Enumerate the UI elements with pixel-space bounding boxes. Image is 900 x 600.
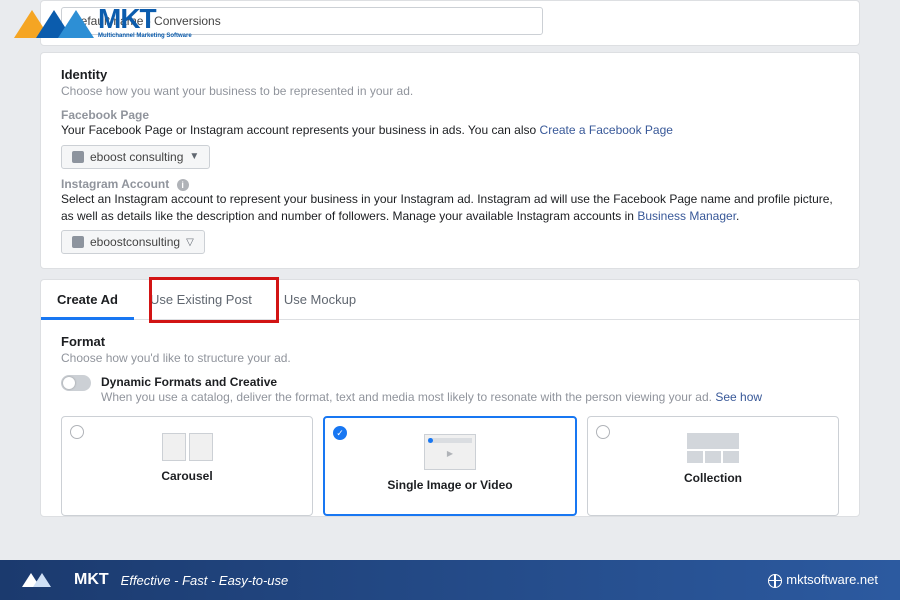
page-icon <box>72 151 84 163</box>
format-collection-label: Collection <box>598 471 828 485</box>
logo-tagline: Multichannel Marketing Software <box>98 33 192 39</box>
page-icon <box>72 236 84 248</box>
create-fb-page-link[interactable]: Create a Facebook Page <box>540 123 673 137</box>
dynamic-formats-toggle[interactable] <box>61 375 91 391</box>
dynamic-formats-row: Dynamic Formats and Creative When you us… <box>61 375 839 406</box>
ad-tabs-card: Create Ad Use Existing Post Use Mockup F… <box>40 279 860 517</box>
brand-logo-overlay: MKT Multichannel Marketing Software <box>14 8 192 39</box>
format-carousel-label: Carousel <box>72 469 302 483</box>
fb-page-dropdown[interactable]: eboost consulting ▼ <box>61 145 210 169</box>
format-subtitle: Choose how you'd like to structure your … <box>61 351 839 365</box>
info-icon[interactable]: i <box>177 179 189 191</box>
ig-selected: eboostconsulting <box>90 235 180 249</box>
fb-page-selected: eboost consulting <box>90 150 183 164</box>
footer-logo-icon: MKT <box>22 566 109 594</box>
tab-use-mockup[interactable]: Use Mockup <box>268 280 372 319</box>
footer-tagline: Effective - Fast - Easy-to-use <box>121 573 289 588</box>
footer-site[interactable]: mktsoftware.net <box>768 572 878 588</box>
globe-icon <box>768 574 782 588</box>
format-option-collection[interactable]: Collection <box>587 416 839 516</box>
tab-create-ad[interactable]: Create Ad <box>41 280 134 319</box>
radio-unchecked-icon <box>596 425 610 439</box>
format-option-single[interactable]: ▶ Single Image or Video <box>323 416 577 516</box>
format-single-label: Single Image or Video <box>335 478 565 492</box>
carousel-thumb-icon <box>72 433 302 461</box>
fb-page-label: Facebook Page <box>61 108 839 122</box>
business-manager-link[interactable]: Business Manager <box>637 209 736 223</box>
tabs-row: Create Ad Use Existing Post Use Mockup <box>41 280 859 320</box>
format-title: Format <box>61 334 839 349</box>
radio-checked-icon <box>333 426 347 440</box>
identity-title: Identity <box>61 67 839 82</box>
format-option-carousel[interactable]: Carousel <box>61 416 313 516</box>
chevron-down-icon: ▽ <box>186 237 194 248</box>
single-thumb-icon: ▶ <box>424 434 476 470</box>
identity-card: Identity Choose how you want your busine… <box>40 52 860 269</box>
footer-bar: MKT Effective - Fast - Easy-to-use mktso… <box>0 560 900 600</box>
format-options-row: Carousel ▶ Single Image or Video Collect… <box>61 416 839 516</box>
see-how-link[interactable]: See how <box>715 390 762 404</box>
logo-mark-icon <box>14 10 94 38</box>
fb-page-desc: Your Facebook Page or Instagram account … <box>61 122 839 139</box>
tab-use-existing-post[interactable]: Use Existing Post <box>134 280 268 319</box>
chevron-down-icon: ▼ <box>189 151 199 162</box>
collection-thumb-icon <box>687 433 739 463</box>
identity-subtitle: Choose how you want your business to be … <box>61 84 839 98</box>
dynamic-formats-title: Dynamic Formats and Creative <box>101 375 762 389</box>
dynamic-formats-desc: When you use a catalog, deliver the form… <box>101 389 762 406</box>
ig-dropdown[interactable]: eboostconsulting ▽ <box>61 230 205 254</box>
ig-desc: Select an Instagram account to represent… <box>61 191 839 225</box>
logo-brand-text: MKT <box>98 3 156 34</box>
ig-label: Instagram Account i <box>61 177 839 191</box>
